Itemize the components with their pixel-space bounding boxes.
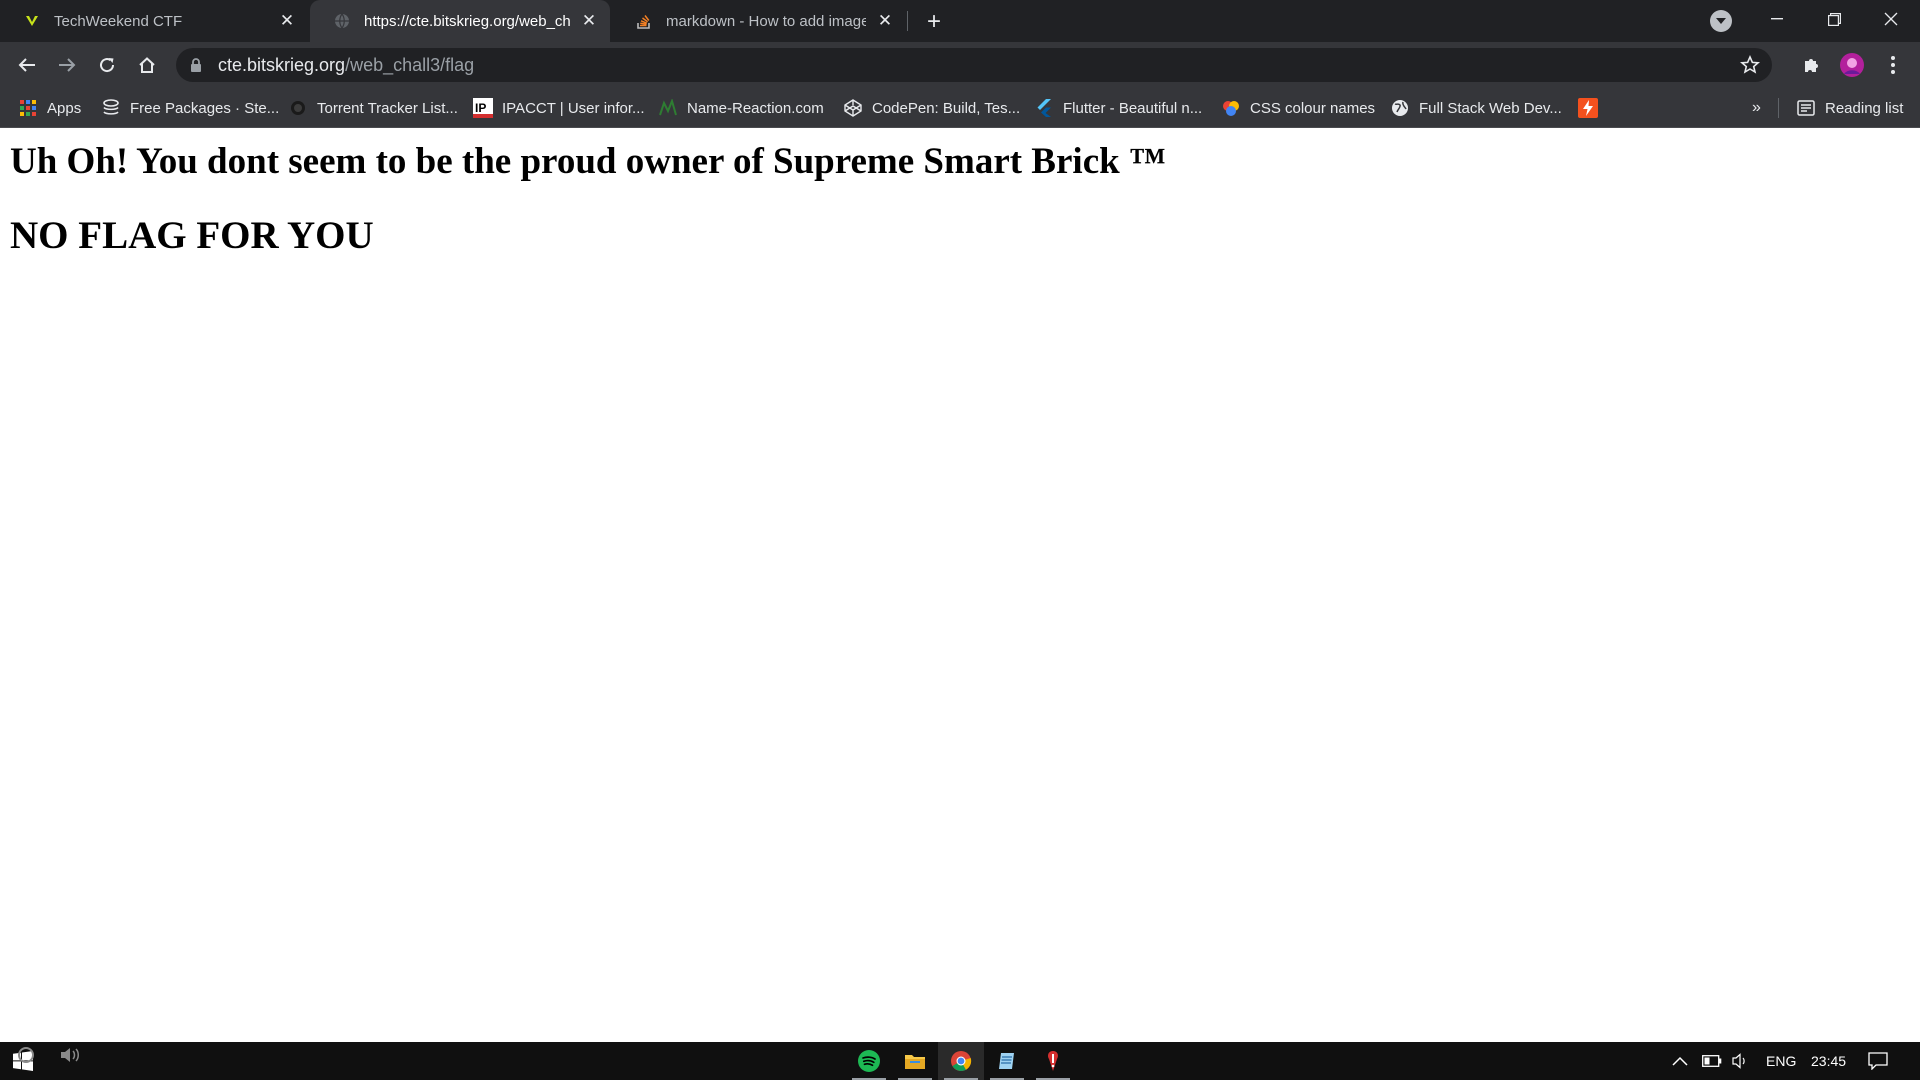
tab-close-icon[interactable]: ✕ — [874, 10, 896, 32]
file-explorer-taskbar-icon[interactable] — [892, 1042, 938, 1080]
back-arrow-icon[interactable] — [11, 49, 43, 81]
forward-arrow-icon[interactable] — [51, 49, 83, 81]
bookmarks-overflow-chevron[interactable]: » — [1752, 88, 1761, 128]
bookmark-bolt[interactable] — [1578, 88, 1607, 128]
bookmark-free-packages[interactable]: Free Packages · Ste... — [101, 88, 279, 128]
browser-menu-kebab-icon[interactable] — [1879, 51, 1907, 79]
bolt-icon — [1578, 98, 1598, 118]
bookmark-codepen[interactable]: CodePen: Build, Tes... — [843, 88, 1020, 128]
name-reaction-icon — [658, 98, 678, 118]
restore-icon[interactable] — [1805, 0, 1863, 38]
notepad-taskbar-icon[interactable] — [984, 1042, 1030, 1080]
flutter-icon — [1034, 98, 1054, 118]
web-page-content: Uh Oh! You dont seem to be the proud own… — [0, 128, 1920, 1042]
browser-toolbar: cte.bitskrieg.org/web_chall3/flag — [0, 42, 1920, 88]
tab-close-icon[interactable]: ✕ — [276, 10, 298, 32]
battery-icon[interactable] — [1702, 1042, 1722, 1080]
notifications-icon[interactable] — [1868, 1042, 1888, 1080]
bookmark-ipacct[interactable]: IP IPACCT | User infor... — [473, 88, 645, 128]
tab-strip: TechWeekend CTF ✕ https://cte.bitskrieg.… — [0, 0, 1920, 42]
cortana-icon[interactable] — [6, 1036, 46, 1074]
tab-divider — [907, 11, 908, 31]
profile-avatar[interactable] — [1838, 51, 1866, 79]
windows-taskbar: ENG 23:45 — [0, 1042, 1920, 1080]
reading-list-button[interactable]: Reading list — [1796, 88, 1903, 128]
css-colors-icon — [1221, 98, 1241, 118]
bookmark-name-reaction[interactable]: Name-Reaction.com — [658, 88, 824, 128]
bookmark-label: IPACCT | User infor... — [502, 99, 645, 117]
page-heading: Uh Oh! You dont seem to be the proud own… — [10, 141, 1166, 182]
tab-title: markdown - How to add images to README.m… — [666, 12, 866, 30]
globe-icon — [1390, 98, 1410, 118]
apps-grid-icon — [18, 98, 38, 118]
tab-bitskrieg-flag[interactable]: https://cte.bitskrieg.org/web_chall3/fla… — [310, 0, 610, 42]
flag-message: NO FLAG FOR YOU — [10, 214, 374, 257]
tab-close-icon[interactable]: ✕ — [578, 10, 600, 32]
lock-icon[interactable] — [190, 57, 204, 73]
tab-techweekend[interactable]: TechWeekend CTF ✕ — [0, 0, 308, 42]
bookmark-label: Flutter - Beautiful n... — [1063, 99, 1203, 117]
bookmark-flutter[interactable]: Flutter - Beautiful n... — [1034, 88, 1202, 128]
globe-favicon-icon — [332, 11, 352, 31]
minimize-icon[interactable] — [1748, 0, 1806, 38]
new-tab-plus-icon[interactable]: + — [918, 6, 950, 38]
address-bar[interactable]: cte.bitskrieg.org/web_chall3/flag — [176, 48, 1772, 82]
bookmarks-divider — [1778, 98, 1779, 118]
bookmark-label: CSS colour names — [1250, 99, 1376, 117]
ipacct-icon: IP — [473, 98, 493, 118]
speaker-status-icon[interactable] — [50, 1036, 90, 1074]
volume-icon[interactable] — [1732, 1042, 1750, 1080]
url-path: /web_chall3/flag — [345, 54, 475, 75]
bookmark-css-colour-names[interactable]: CSS colour names — [1221, 88, 1375, 128]
techweekend-favicon-icon — [22, 11, 42, 31]
chrome-taskbar-icon[interactable] — [938, 1042, 984, 1080]
language-indicator[interactable]: ENG — [1766, 1042, 1796, 1080]
extensions-puzzle-icon[interactable] — [1798, 51, 1826, 79]
bookmark-label: CodePen: Build, Tes... — [872, 99, 1021, 117]
bookmark-apps[interactable]: Apps — [18, 88, 81, 128]
bookmark-label: Free Packages · Ste... — [130, 99, 280, 117]
spotify-taskbar-icon[interactable] — [846, 1042, 892, 1080]
tab-markdown-images[interactable]: markdown - How to add images to README.m… — [612, 0, 906, 42]
tracker-icon — [288, 98, 308, 118]
reading-list-label: Reading list — [1825, 99, 1904, 117]
tab-search-chevron-icon[interactable] — [1710, 10, 1732, 32]
home-icon[interactable] — [131, 49, 163, 81]
bookmark-star-icon[interactable] — [1740, 55, 1760, 75]
close-window-icon[interactable] — [1862, 0, 1920, 38]
bookmark-label: Name-Reaction.com — [687, 99, 824, 117]
bookmarks-bar: Apps Free Packages · Ste... Torrent Trac… — [0, 88, 1920, 128]
url-text[interactable]: cte.bitskrieg.org/web_chall3/flag — [218, 55, 474, 76]
bookmark-full-stack[interactable]: Full Stack Web Dev... — [1390, 88, 1562, 128]
bookmark-label: Apps — [47, 99, 82, 117]
reload-icon[interactable] — [91, 49, 123, 81]
tab-title: https://cte.bitskrieg.org/web_chall3/fla… — [364, 12, 570, 30]
svg-text:IP: IP — [475, 101, 486, 115]
tab-title: TechWeekend CTF — [54, 12, 183, 30]
url-host: cte.bitskrieg.org — [218, 54, 346, 75]
bookmark-label: Torrent Tracker List... — [317, 99, 458, 117]
reading-list-icon — [1796, 98, 1816, 118]
bookmark-label: Full Stack Web Dev... — [1419, 99, 1562, 117]
codepen-icon — [843, 98, 863, 118]
app-taskbar-icon[interactable] — [1030, 1042, 1076, 1080]
stack-icon — [101, 98, 121, 118]
stackoverflow-favicon-icon — [634, 11, 654, 31]
clock-time[interactable]: 23:45 — [1811, 1042, 1846, 1080]
bookmark-torrent-tracker[interactable]: Torrent Tracker List... — [288, 88, 458, 128]
tray-overflow-chevron-icon[interactable] — [1672, 1042, 1688, 1080]
